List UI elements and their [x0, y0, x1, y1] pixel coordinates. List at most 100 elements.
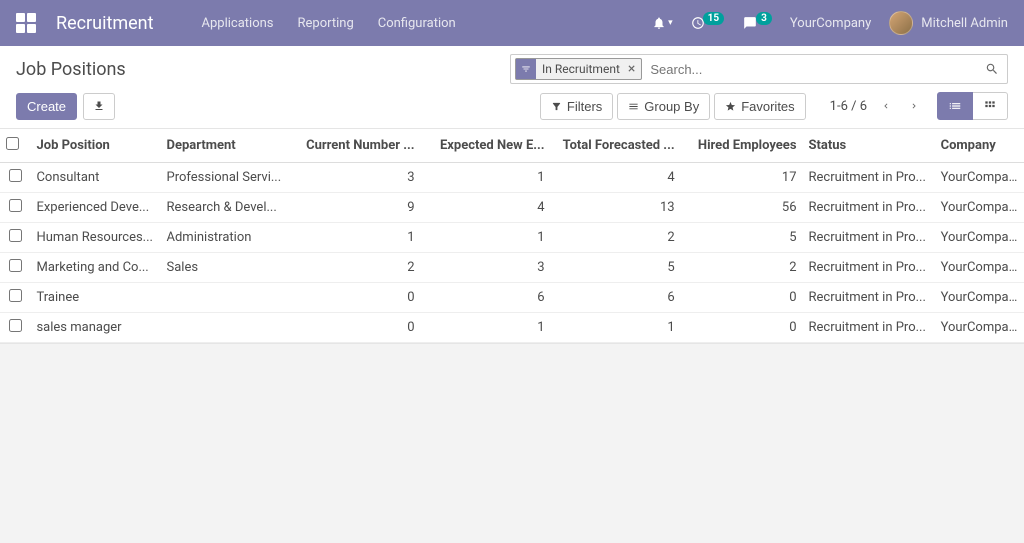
- cell-total: 6: [551, 283, 681, 313]
- list-view-button[interactable]: [937, 92, 973, 120]
- table-row[interactable]: Human Resources... Administration 1 1 2 …: [0, 223, 1024, 253]
- cell-expected: 1: [421, 223, 551, 253]
- row-checkbox[interactable]: [9, 289, 22, 302]
- cell-department: [161, 283, 291, 313]
- import-button[interactable]: [83, 93, 115, 120]
- table-row[interactable]: sales manager 0 1 1 0 Recruitment in Pro…: [0, 313, 1024, 343]
- cell-total: 5: [551, 253, 681, 283]
- empty-area: [0, 343, 1024, 543]
- nav-right: ▾ 15 3 YourCompany Mitchell Admin: [652, 11, 1008, 35]
- cell-company: YourCompany: [935, 283, 1024, 313]
- favorites-button[interactable]: Favorites: [714, 93, 805, 120]
- cell-company: YourCompany: [935, 193, 1024, 223]
- pager-value[interactable]: 1-6 / 6: [830, 99, 867, 114]
- groupby-label: Group By: [644, 99, 699, 114]
- cell-position: Human Resources...: [30, 223, 160, 253]
- cell-hired: 0: [681, 313, 803, 343]
- activities-icon[interactable]: 15: [691, 16, 724, 30]
- cell-current: 2: [291, 253, 421, 283]
- cell-department: Research & Devel...: [161, 193, 291, 223]
- row-checkbox[interactable]: [9, 169, 22, 182]
- cell-current: 0: [291, 283, 421, 313]
- kanban-view-button[interactable]: [973, 92, 1008, 120]
- facet-remove-icon[interactable]: ×: [626, 61, 637, 77]
- cell-department: Administration: [161, 223, 291, 253]
- nav-menu-reporting[interactable]: Reporting: [298, 16, 354, 31]
- filter-icon: [516, 59, 536, 79]
- col-header-hired[interactable]: Hired Employees: [681, 129, 803, 163]
- row-checkbox[interactable]: [9, 199, 22, 212]
- col-header-department[interactable]: Department: [161, 129, 291, 163]
- navbar: Recruitment Applications Reporting Confi…: [0, 0, 1024, 46]
- groupby-button[interactable]: Group By: [617, 93, 710, 120]
- col-header-company[interactable]: Company: [935, 129, 1024, 163]
- cell-hired: 17: [681, 163, 803, 193]
- cell-status: Recruitment in Pro...: [803, 283, 935, 313]
- col-header-status[interactable]: Status: [803, 129, 935, 163]
- cell-current: 9: [291, 193, 421, 223]
- search-bar[interactable]: In Recruitment ×: [510, 54, 1008, 84]
- cell-total: 13: [551, 193, 681, 223]
- cell-total: 1: [551, 313, 681, 343]
- create-button[interactable]: Create: [16, 93, 77, 120]
- cell-hired: 5: [681, 223, 803, 253]
- pager-next-icon[interactable]: [905, 100, 923, 112]
- cell-hired: 0: [681, 283, 803, 313]
- cell-position: Consultant: [30, 163, 160, 193]
- table-row[interactable]: Trainee 0 6 6 0 Recruitment in Pro... Yo…: [0, 283, 1024, 313]
- breadcrumb: Job Positions: [16, 59, 510, 80]
- row-checkbox[interactable]: [9, 319, 22, 332]
- cell-department: Sales: [161, 253, 291, 283]
- col-header-expected[interactable]: Expected New E...: [421, 129, 551, 163]
- avatar: [889, 11, 913, 35]
- cell-position: Trainee: [30, 283, 160, 313]
- apps-icon[interactable]: [16, 13, 36, 33]
- facet-label: In Recruitment: [536, 62, 626, 76]
- pager-prev-icon[interactable]: [877, 100, 895, 112]
- cell-total: 2: [551, 223, 681, 253]
- app-brand[interactable]: Recruitment: [56, 13, 154, 34]
- notifications-icon[interactable]: ▾: [652, 16, 673, 30]
- search-icon[interactable]: [985, 62, 999, 76]
- cell-current: 3: [291, 163, 421, 193]
- cell-company: YourCompany: [935, 163, 1024, 193]
- row-checkbox[interactable]: [9, 259, 22, 272]
- cell-expected: 1: [421, 313, 551, 343]
- nav-menu-configuration[interactable]: Configuration: [378, 16, 456, 31]
- job-positions-table: Job Position Department Current Number .…: [0, 129, 1024, 343]
- cell-hired: 56: [681, 193, 803, 223]
- cell-position: Experienced Deve...: [30, 193, 160, 223]
- cell-department: Professional Servi...: [161, 163, 291, 193]
- message-badge: 3: [756, 12, 772, 25]
- filters-button[interactable]: Filters: [540, 93, 613, 120]
- cell-position: Marketing and Co...: [30, 253, 160, 283]
- user-menu[interactable]: Mitchell Admin: [889, 11, 1008, 35]
- cell-status: Recruitment in Pro...: [803, 163, 935, 193]
- cell-position: sales manager: [30, 313, 160, 343]
- search-input[interactable]: [642, 62, 985, 77]
- view-switcher: [937, 92, 1008, 120]
- company-selector[interactable]: YourCompany: [790, 16, 871, 31]
- cell-company: YourCompany: [935, 313, 1024, 343]
- cell-status: Recruitment in Pro...: [803, 223, 935, 253]
- nav-menu: Applications Reporting Configuration: [202, 16, 653, 31]
- cell-current: 1: [291, 223, 421, 253]
- cell-expected: 1: [421, 163, 551, 193]
- cell-total: 4: [551, 163, 681, 193]
- table-row[interactable]: Consultant Professional Servi... 3 1 4 1…: [0, 163, 1024, 193]
- select-all-checkbox[interactable]: [6, 137, 19, 150]
- table-row[interactable]: Marketing and Co... Sales 2 3 5 2 Recrui…: [0, 253, 1024, 283]
- table-row[interactable]: Experienced Deve... Research & Devel... …: [0, 193, 1024, 223]
- col-header-current[interactable]: Current Number ...: [291, 129, 421, 163]
- filters-label: Filters: [567, 99, 602, 114]
- col-header-position[interactable]: Job Position: [30, 129, 160, 163]
- col-header-total[interactable]: Total Forecasted ...: [551, 129, 681, 163]
- row-checkbox[interactable]: [9, 229, 22, 242]
- messages-icon[interactable]: 3: [742, 16, 772, 30]
- cell-company: YourCompany: [935, 223, 1024, 253]
- cell-expected: 6: [421, 283, 551, 313]
- cell-status: Recruitment in Pro...: [803, 313, 935, 343]
- cell-company: YourCompany: [935, 253, 1024, 283]
- nav-menu-applications[interactable]: Applications: [202, 16, 274, 31]
- favorites-label: Favorites: [741, 99, 794, 114]
